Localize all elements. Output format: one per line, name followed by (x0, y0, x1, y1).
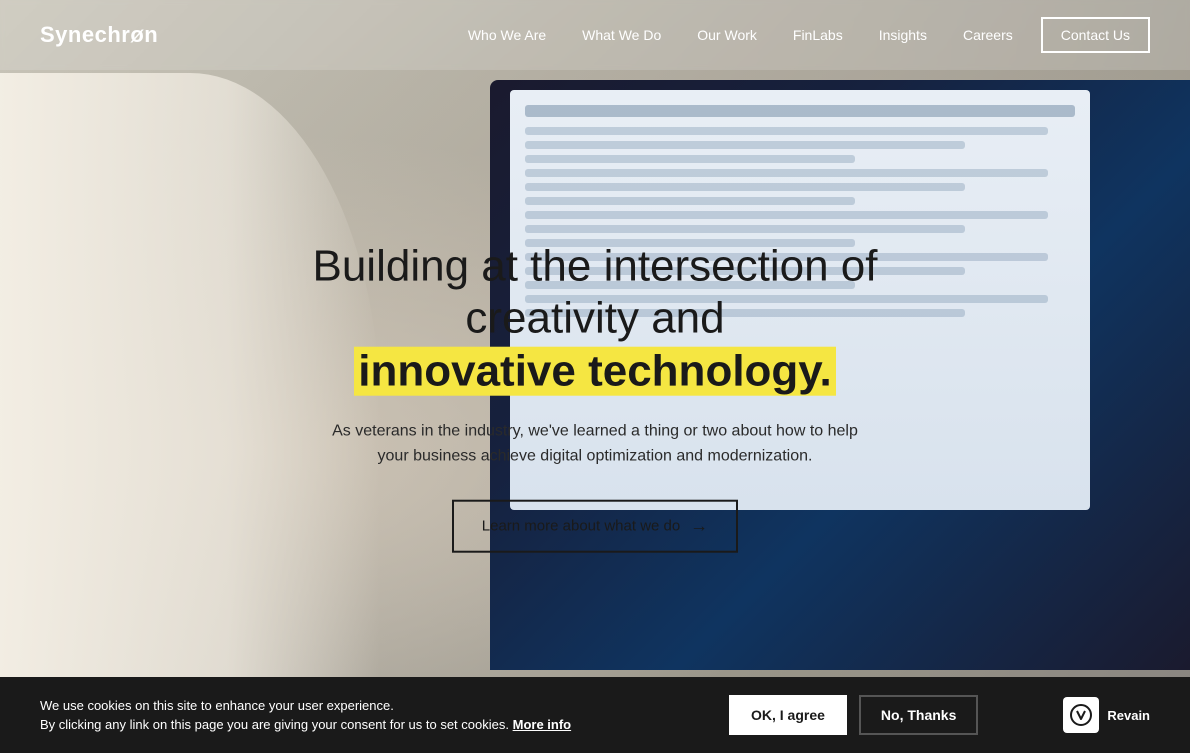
nav-item-contact[interactable]: Contact Us (1031, 17, 1150, 53)
nav-item-who-we-are[interactable]: Who We Are (450, 19, 564, 51)
hero-title-highlight: innovative technology. (354, 347, 835, 396)
hero-title-line2: innovative technology. (245, 346, 945, 399)
hero-content: Building at the intersection of creativi… (245, 240, 945, 553)
nav-item-what-we-do[interactable]: What We Do (564, 19, 679, 51)
nav-link-who-we-are[interactable]: Who We Are (450, 19, 564, 51)
cookie-buttons: OK, I agree No, Thanks (729, 695, 978, 735)
revain-icon (1063, 697, 1099, 733)
nav-link-our-work[interactable]: Our Work (679, 19, 775, 51)
cta-label: Learn more about what we do (482, 518, 680, 535)
nav-links: Who We Are What We Do Our Work FinLabs I… (450, 17, 1150, 53)
cookie-message-line1: We use cookies on this site to enhance y… (40, 698, 394, 713)
hero-subtitle: As veterans in the industry, we've learn… (315, 419, 875, 470)
cookie-message-line2: By clicking any link on this page you ar… (40, 717, 509, 732)
nav-item-our-work[interactable]: Our Work (679, 19, 775, 51)
hero-title-line1: Building at the intersection of creativi… (245, 240, 945, 346)
cookie-agree-button[interactable]: OK, I agree (729, 695, 847, 735)
cookie-banner: We use cookies on this site to enhance y… (0, 677, 1190, 753)
navbar: Synechrøn Who We Are What We Do Our Work… (0, 0, 1190, 70)
nav-item-insights[interactable]: Insights (861, 19, 945, 51)
cta-button[interactable]: Learn more about what we do → (452, 500, 738, 553)
nav-link-finlabs[interactable]: FinLabs (775, 19, 861, 51)
cookie-text: We use cookies on this site to enhance y… (40, 696, 660, 735)
cookie-more-info-link[interactable]: More info (513, 717, 572, 732)
cookie-decline-button[interactable]: No, Thanks (859, 695, 978, 735)
logo[interactable]: Synechrøn (40, 22, 158, 48)
nav-link-careers[interactable]: Careers (945, 19, 1031, 51)
nav-link-what-we-do[interactable]: What We Do (564, 19, 679, 51)
arrow-icon: → (690, 516, 708, 537)
revain-badge: Revain (1063, 697, 1150, 733)
nav-link-insights[interactable]: Insights (861, 19, 945, 51)
contact-button[interactable]: Contact Us (1041, 17, 1150, 53)
nav-item-finlabs[interactable]: FinLabs (775, 19, 861, 51)
revain-label: Revain (1107, 708, 1150, 723)
nav-item-careers[interactable]: Careers (945, 19, 1031, 51)
